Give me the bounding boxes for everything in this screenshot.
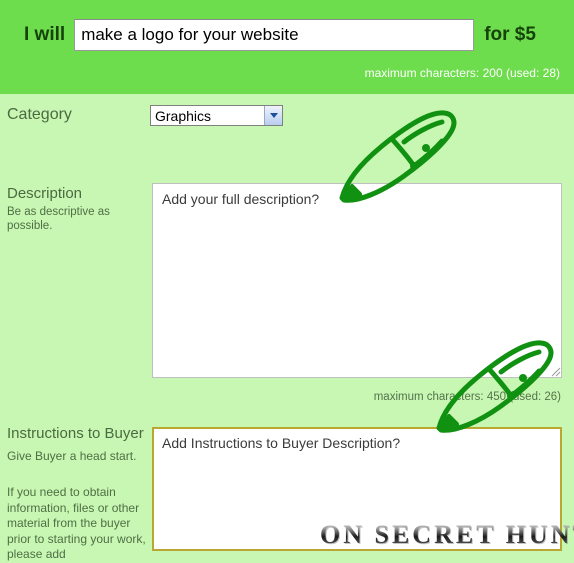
title-character-counter: maximum characters: 200 (used: 28) xyxy=(364,66,560,80)
chevron-down-icon[interactable] xyxy=(264,106,282,125)
gig-title-row: I will for $5 xyxy=(0,16,574,54)
description-textarea[interactable] xyxy=(152,183,562,378)
i-will-label: I will xyxy=(24,24,66,45)
category-label: Category xyxy=(7,106,72,123)
instructions-label: Instructions to Buyer xyxy=(7,425,144,442)
gig-form-body: Category Graphics Description Be as desc… xyxy=(0,94,574,561)
description-hint-text: Be as descriptive as possible. xyxy=(7,206,110,232)
gig-price-label: for $5 xyxy=(484,24,536,45)
gig-title-input[interactable] xyxy=(74,19,475,51)
gig-title-header: I will for $5 maximum characters: 200 (u… xyxy=(0,0,574,94)
instructions-textarea[interactable] xyxy=(152,427,562,551)
instructions-hint-primary: Give Buyer a head start. xyxy=(7,449,137,463)
description-label: Description xyxy=(7,185,83,202)
category-select[interactable]: Graphics xyxy=(150,105,283,126)
description-character-counter: maximum characters: 450 (used: 26) xyxy=(373,391,561,403)
category-selected-value: Graphics xyxy=(155,107,212,124)
